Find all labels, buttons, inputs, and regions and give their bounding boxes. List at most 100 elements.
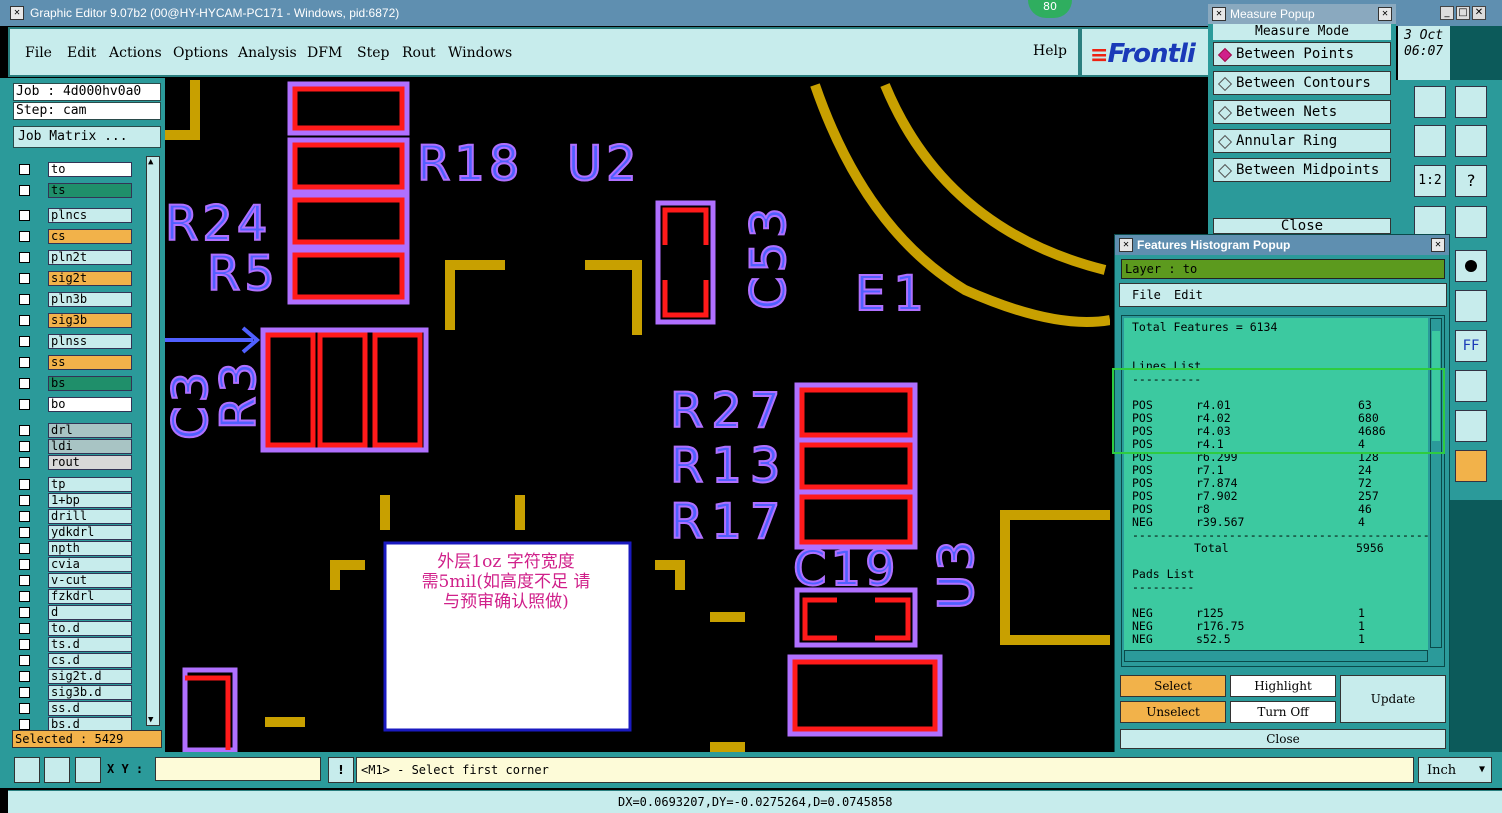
turn-off-button[interactable]: Turn Off — [1230, 701, 1336, 723]
menu-analysis[interactable]: Analysis — [238, 45, 297, 61]
layer-name[interactable]: rout — [48, 455, 132, 470]
menu-rout[interactable]: Rout — [402, 45, 436, 61]
layer-name[interactable]: drill — [48, 509, 132, 524]
menu-edit[interactable]: Edit — [67, 45, 96, 61]
layer-checkbox[interactable] — [19, 511, 30, 522]
layer-row-ss-d[interactable]: ss.d — [15, 701, 133, 716]
layer-row-d[interactable]: d — [15, 605, 133, 620]
layer-name[interactable]: plncs — [48, 208, 132, 223]
layer-name[interactable]: cs.d — [48, 653, 132, 668]
layer-checkbox[interactable] — [19, 591, 30, 602]
layer-name[interactable]: bo — [48, 397, 132, 412]
layer-row-drl[interactable]: drl — [15, 423, 133, 438]
units-select[interactable]: Inch ▼ — [1418, 757, 1492, 783]
histogram-hscrollbar[interactable] — [1124, 650, 1428, 662]
menu-options[interactable]: Options — [173, 45, 228, 61]
layer-name[interactable]: to.d — [48, 621, 132, 636]
update-button[interactable]: Update — [1340, 675, 1446, 723]
dot-icon[interactable] — [1455, 250, 1487, 282]
layer-row-fzkdrl[interactable]: fzkdrl — [15, 589, 133, 604]
layer-checkbox[interactable] — [19, 639, 30, 650]
layer-row-1-bp[interactable]: 1+bp — [15, 493, 133, 508]
layer-row-pln3b[interactable]: pln3b — [15, 292, 133, 307]
menu-windows[interactable]: Windows — [448, 45, 512, 61]
layer-row-to[interactable]: to — [15, 162, 133, 177]
home-icon[interactable] — [1414, 86, 1446, 118]
layer-row-plnss[interactable]: plnss — [15, 334, 133, 349]
layer-name[interactable]: sig2t.d — [48, 669, 132, 684]
menu-step[interactable]: Step — [357, 45, 389, 61]
close-window-button[interactable]: ✕ — [1472, 6, 1486, 20]
zoom-fit-icon[interactable] — [14, 757, 40, 783]
layer-row-ldi[interactable]: ldi — [15, 439, 133, 454]
layer-checkbox[interactable] — [19, 231, 30, 242]
layer-name[interactable]: ldi — [48, 439, 132, 454]
layer-row-to-d[interactable]: to.d — [15, 621, 133, 636]
ff-icon[interactable]: FF — [1455, 330, 1487, 362]
layer-row-bs[interactable]: bs — [15, 376, 133, 391]
histogram-close-button[interactable]: Close — [1120, 729, 1446, 749]
measure-close-icon[interactable]: ✕ — [1378, 7, 1392, 21]
scroll-down-icon[interactable]: ▼ — [148, 715, 153, 725]
layer-checkbox[interactable] — [19, 655, 30, 666]
mode-annular-ring[interactable]: Annular Ring — [1213, 129, 1391, 153]
layer-row-sig3b-d[interactable]: sig3b.d — [15, 685, 133, 700]
layer-checkbox[interactable] — [19, 559, 30, 570]
layer-checkbox[interactable] — [19, 315, 30, 326]
layer-row-drill[interactable]: drill — [15, 509, 133, 524]
layer-checkbox[interactable] — [19, 527, 30, 538]
rotate-icon[interactable] — [1414, 125, 1446, 157]
layer-name[interactable]: drl — [48, 423, 132, 438]
net-red-icon[interactable] — [1455, 206, 1487, 238]
layer-row-sig2t[interactable]: sig2t — [15, 271, 133, 286]
scroll-up-icon[interactable]: ▲ — [148, 157, 153, 167]
measure-close-button[interactable]: Close — [1213, 218, 1391, 234]
layer-checkbox[interactable] — [19, 273, 30, 284]
layer-name[interactable]: cvia — [48, 557, 132, 572]
select-button[interactable]: Select — [1120, 675, 1226, 697]
layer-checkbox[interactable] — [19, 378, 30, 389]
layer-scrollbar[interactable]: ▲ ▼ — [146, 156, 160, 726]
layer-checkbox[interactable] — [19, 575, 30, 586]
layer-row-rout[interactable]: rout — [15, 455, 133, 470]
layer-name[interactable]: v-cut — [48, 573, 132, 588]
maximize-button[interactable]: □ — [1456, 6, 1470, 20]
layer-name[interactable]: d — [48, 605, 132, 620]
layer-row-pln2t[interactable]: pln2t — [15, 250, 133, 265]
layer-row-ts[interactable]: ts — [15, 183, 133, 198]
layer-name[interactable]: to — [48, 162, 132, 177]
layer-name[interactable]: 1+bp — [48, 493, 132, 508]
layer-checkbox[interactable] — [19, 164, 30, 175]
minimize-button[interactable]: _ — [1440, 6, 1454, 20]
layer-name[interactable]: tp — [48, 477, 132, 492]
layer-checkbox[interactable] — [19, 607, 30, 618]
layer-name[interactable]: pln2t — [48, 250, 132, 265]
graphic-canvas[interactable]: R18 U2 R24 R5 C53 E1 C3 R3 R27 R13 R17 C… — [165, 80, 1110, 752]
layer-row-ts-d[interactable]: ts.d — [15, 637, 133, 652]
menu-actions[interactable]: Actions — [109, 45, 162, 61]
measure-angle-icon[interactable] — [1455, 410, 1487, 442]
histogram-menu-edit[interactable]: Edit — [1174, 288, 1203, 302]
layer-checkbox[interactable] — [19, 495, 30, 506]
layer-row-sig2t-d[interactable]: sig2t.d — [15, 669, 133, 684]
layer-row-v-cut[interactable]: v-cut — [15, 573, 133, 588]
layer-name[interactable]: ydkdrl — [48, 525, 132, 540]
shapes-icon[interactable] — [1455, 370, 1487, 402]
layer-checkbox[interactable] — [19, 543, 30, 554]
menu-file[interactable]: File — [25, 45, 52, 61]
layer-row-cs[interactable]: cs — [15, 229, 133, 244]
layer-row-cs-d[interactable]: cs.d — [15, 653, 133, 668]
layer-checkbox[interactable] — [19, 252, 30, 263]
layer-row-ss[interactable]: ss — [15, 355, 133, 370]
layer-checkbox[interactable] — [19, 441, 30, 452]
layer-checkbox[interactable] — [19, 457, 30, 468]
alert-icon[interactable]: ! — [328, 757, 354, 783]
layer-name[interactable]: ss — [48, 355, 132, 370]
layer-row-plncs[interactable]: plncs — [15, 208, 133, 223]
layer-checkbox[interactable] — [19, 703, 30, 714]
layer-name[interactable]: ts — [48, 183, 132, 198]
layer-name[interactable]: pln3b — [48, 292, 132, 307]
layer-name[interactable]: ts.d — [48, 637, 132, 652]
mode-between-contours[interactable]: Between Contours — [1213, 71, 1391, 95]
layer-name[interactable]: bs — [48, 376, 132, 391]
